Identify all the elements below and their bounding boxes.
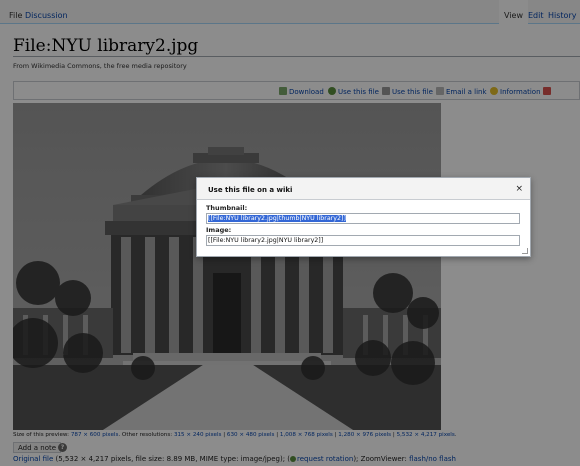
thumbnail-code-field[interactable]: [[File:NYU library2.jpg|thumb|NYU librar… xyxy=(206,213,520,224)
image-label: Image: xyxy=(206,226,232,234)
close-icon[interactable]: × xyxy=(515,184,523,194)
image-code-text: [[File:NYU library2.jpg|NYU library2]] xyxy=(208,237,324,244)
use-file-dialog: Use this file on a wiki × Thumbnail: [[F… xyxy=(196,177,531,257)
thumbnail-label: Thumbnail: xyxy=(206,204,248,212)
thumbnail-code-text: [[File:NYU library2.jpg|thumb|NYU librar… xyxy=(208,215,346,222)
dialog-title: Use this file on a wiki xyxy=(208,186,293,194)
resize-handle[interactable] xyxy=(522,248,528,254)
dialog-header[interactable]: Use this file on a wiki × xyxy=(197,178,530,200)
image-code-field[interactable]: [[File:NYU library2.jpg|NYU library2]] xyxy=(206,235,520,246)
